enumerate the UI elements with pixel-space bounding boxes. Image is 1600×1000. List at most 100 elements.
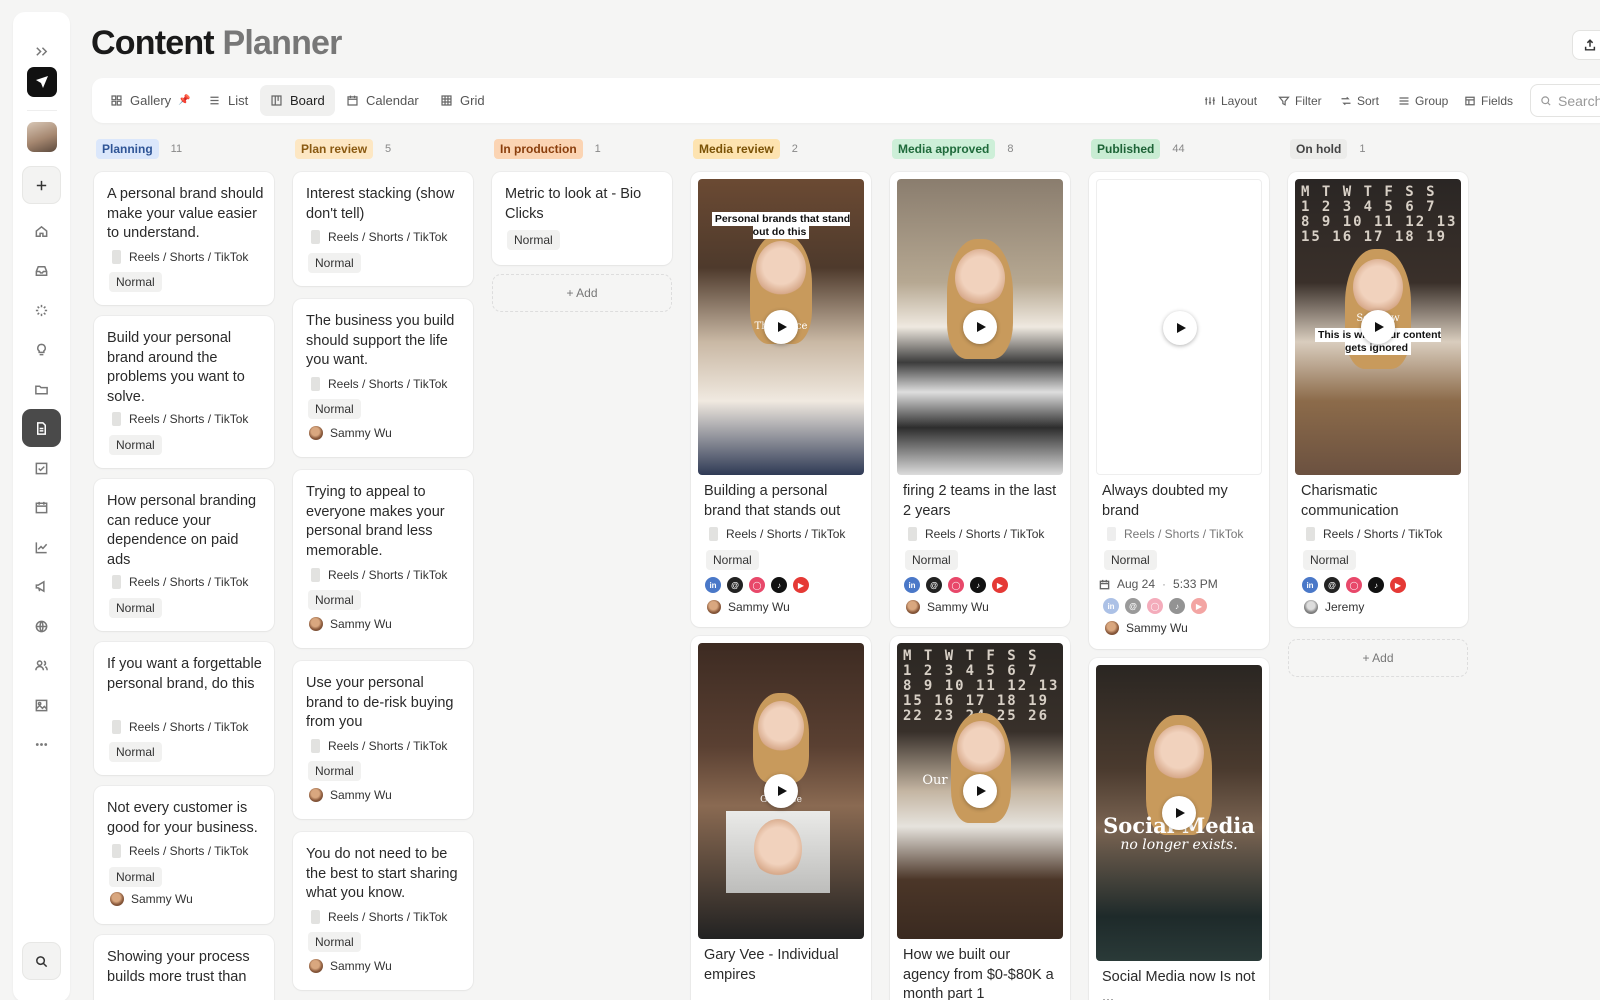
- tab-list[interactable]: List: [198, 85, 258, 116]
- home-icon[interactable]: [22, 212, 61, 250]
- play-button[interactable]: [1163, 311, 1197, 345]
- tab-label: List: [228, 93, 249, 108]
- plus-icon[interactable]: [22, 166, 61, 204]
- board-card[interactable]: Trying to appeal to everyone makes your …: [293, 470, 473, 648]
- document-icon[interactable]: [22, 409, 61, 447]
- play-button[interactable]: [1361, 310, 1395, 344]
- priority-badge: Normal: [308, 590, 361, 610]
- card-title: Social Media now Is not ...: [1102, 969, 1256, 1000]
- tab-label: Board: [290, 93, 325, 108]
- play-button[interactable]: [963, 774, 997, 808]
- board-card[interactable]: Social Media no longer exists. Social Me…: [1089, 658, 1269, 1000]
- video-thumbnail[interactable]: Social Media no longer exists.: [1096, 665, 1262, 961]
- board-card[interactable]: Gar ... ee Gary Vee - Individual empires: [691, 636, 871, 1000]
- play-button[interactable]: [1162, 796, 1196, 830]
- filter-button[interactable]: Filter: [1278, 85, 1322, 116]
- tab-board[interactable]: Board: [260, 85, 335, 116]
- board-card[interactable]: Not every customer is good for your busi…: [94, 786, 274, 924]
- avatar: [309, 959, 323, 973]
- video-thumbnail[interactable]: Personal brands that stand out do this T…: [698, 179, 864, 475]
- calendar-icon[interactable]: [22, 488, 61, 526]
- video-thumbnail[interactable]: [897, 179, 1063, 475]
- globe-icon[interactable]: [22, 607, 61, 645]
- tab-calendar[interactable]: Calendar: [336, 85, 429, 116]
- board-card[interactable]: Metric to look at - Bio Clicks Normal: [492, 172, 672, 265]
- tiktok-icon: ♪: [771, 577, 787, 593]
- more-icon[interactable]: [22, 725, 61, 763]
- avatar[interactable]: [27, 122, 57, 152]
- share-button[interactable]: [1572, 30, 1600, 60]
- status-badge[interactable]: Planning: [96, 139, 159, 159]
- board-card[interactable]: Build your personal brand around the pro…: [94, 316, 274, 468]
- board-card[interactable]: Personal brands that stand out do this T…: [691, 172, 871, 627]
- board-card[interactable]: A personal brand should make your value …: [94, 172, 274, 305]
- format-label: Reels / Shorts / TikTok: [129, 844, 249, 858]
- board-card[interactable]: M T W T F S S 1 2 3 4 5 6 7 8 9 10 11 12…: [1288, 172, 1468, 627]
- board-card[interactable]: Always doubted my brand Reels / Shorts /…: [1089, 172, 1269, 649]
- logo-icon[interactable]: [27, 67, 57, 97]
- column-count: 44: [1172, 143, 1185, 155]
- board-card[interactable]: The business you build should support th…: [293, 299, 473, 457]
- people-icon[interactable]: [22, 646, 61, 684]
- assignee-name: Sammy Wu: [330, 788, 392, 802]
- folder-icon[interactable]: [22, 370, 61, 408]
- image-icon[interactable]: [22, 686, 61, 724]
- status-badge[interactable]: On hold: [1290, 139, 1348, 159]
- card-format: Reels / Shorts / TikTok: [311, 377, 447, 391]
- sidebar-divider: [27, 110, 57, 111]
- board-card[interactable]: firing 2 teams in the last 2 years Reels…: [890, 172, 1070, 627]
- video-thumbnail[interactable]: M T W T F S S 1 2 3 4 5 6 7 8 9 10 11 12…: [897, 643, 1063, 939]
- play-button[interactable]: [764, 774, 798, 808]
- status-badge[interactable]: Media approved: [892, 139, 996, 159]
- sort-button[interactable]: Sort: [1340, 85, 1379, 116]
- video-thumbnail[interactable]: [1096, 179, 1262, 475]
- priority-badge: Normal: [308, 253, 361, 273]
- checkbox-icon[interactable]: [22, 449, 61, 487]
- status-badge[interactable]: Plan review: [295, 139, 374, 159]
- video-thumbnail[interactable]: M T W T F S S 1 2 3 4 5 6 7 8 9 10 11 12…: [1295, 179, 1461, 475]
- search-icon[interactable]: [22, 942, 61, 980]
- card-title: Build your personal brand around the pro…: [107, 330, 245, 405]
- thumbnail-inset-photo: [726, 811, 830, 893]
- play-button[interactable]: [764, 310, 798, 344]
- add-card-button[interactable]: + Add: [1288, 639, 1468, 677]
- status-badge[interactable]: Media review: [693, 139, 780, 159]
- board-card[interactable]: Use your personal brand to de-risk buyin…: [293, 661, 473, 819]
- layout-button[interactable]: Layout: [1204, 85, 1257, 116]
- assignee-name: Sammy Wu: [728, 600, 790, 614]
- play-button[interactable]: [963, 310, 997, 344]
- tab-grid[interactable]: Grid: [430, 85, 495, 116]
- format-icon: [112, 412, 121, 426]
- format-icon: [311, 230, 320, 244]
- page-title-bold: Content: [91, 24, 215, 62]
- status-badge[interactable]: In production: [494, 139, 583, 159]
- status-badge[interactable]: Published: [1091, 139, 1161, 159]
- board-card[interactable]: Showing your process builds more trust t…: [94, 935, 274, 1000]
- card-assignee: Sammy Wu: [309, 617, 392, 631]
- board-card[interactable]: M T W T F S S 1 2 3 4 5 6 7 8 9 10 11 12…: [890, 636, 1070, 1000]
- card-assignee: Jeremy: [1304, 600, 1364, 614]
- expand-icon[interactable]: [22, 32, 61, 70]
- inbox-icon[interactable]: [22, 251, 61, 289]
- thumbnail-face: [756, 241, 806, 297]
- threads-icon: @: [727, 577, 743, 593]
- group-button[interactable]: Group: [1398, 85, 1448, 116]
- tab-gallery[interactable]: Gallery 📌: [100, 85, 201, 116]
- fields-icon: [1465, 96, 1475, 105]
- lightbulb-icon[interactable]: [22, 330, 61, 368]
- fields-button[interactable]: Fields: [1464, 85, 1513, 116]
- add-card-button[interactable]: + Add: [492, 274, 672, 312]
- board-card[interactable]: How personal branding can reduce your de…: [94, 479, 274, 631]
- priority-badge: Normal: [308, 399, 361, 419]
- video-thumbnail[interactable]: Gar ... ee: [698, 643, 864, 939]
- loader-icon[interactable]: [22, 291, 61, 329]
- search-input[interactable]: Search: [1530, 84, 1600, 117]
- column-header: On hold 1: [1288, 138, 1468, 160]
- board-card[interactable]: You do not need to be the best to start …: [293, 832, 473, 990]
- megaphone-icon[interactable]: [22, 567, 61, 605]
- board-card[interactable]: Interest stacking (show don't tell) Reel…: [293, 172, 473, 286]
- calendar-icon: [1099, 579, 1110, 589]
- grid-icon: [441, 95, 452, 106]
- chart-icon[interactable]: [22, 528, 61, 566]
- board-card[interactable]: If you want a forgettable personal brand…: [94, 642, 274, 775]
